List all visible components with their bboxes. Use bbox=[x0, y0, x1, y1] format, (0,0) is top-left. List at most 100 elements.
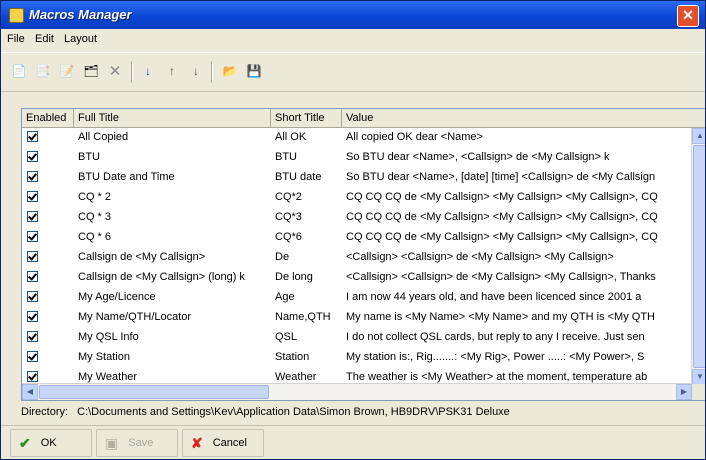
short-title-cell: BTU bbox=[275, 151, 297, 163]
enabled-checkbox[interactable] bbox=[27, 211, 38, 222]
ok-label: OK bbox=[40, 437, 57, 449]
delete-icon[interactable]: ✕ bbox=[106, 62, 124, 80]
floppy-disk-icon: ▣ bbox=[105, 434, 119, 451]
enabled-checkbox[interactable] bbox=[27, 291, 38, 302]
table-row[interactable]: Callsign de <My Callsign> De <Callsign> <C… bbox=[22, 248, 692, 266]
enabled-cell bbox=[22, 248, 74, 266]
enabled-checkbox[interactable] bbox=[27, 231, 38, 242]
vertical-scroll-thumb[interactable] bbox=[693, 145, 705, 368]
footer: ✔ OK ▣ Save ✘ Cancel bbox=[1, 425, 705, 459]
horizontal-scrollbar[interactable]: ◀ ▶ bbox=[22, 383, 692, 400]
table-row[interactable]: My Name/QTH/Locator Name,QTH My name is <M… bbox=[22, 308, 692, 326]
scrollbar-corner bbox=[692, 384, 705, 400]
table-row[interactable]: Callsign de <My Callsign> (long) k De lon… bbox=[22, 268, 692, 286]
enabled-checkbox[interactable] bbox=[27, 171, 38, 182]
value-cell: So BTU dear <Name>, <Callsign> de <My Ca… bbox=[346, 151, 610, 163]
app-icon bbox=[9, 8, 24, 23]
enabled-checkbox[interactable] bbox=[27, 331, 38, 342]
enabled-cell bbox=[22, 348, 74, 366]
export-icon[interactable]: 💾 bbox=[245, 62, 263, 80]
scroll-up-button[interactable]: ▲ bbox=[692, 128, 705, 144]
macros-table[interactable]: Enabled Full Title Short Title Value All… bbox=[21, 108, 705, 401]
table-row[interactable]: BTU Date and Time BTU date So BTU dear <Na… bbox=[22, 168, 692, 186]
enabled-checkbox[interactable] bbox=[27, 131, 38, 142]
full-title-cell: CQ * 2 bbox=[78, 191, 112, 203]
value-cell: <Callsign> <Callsign> de <My Callsign> <… bbox=[346, 271, 656, 283]
table-row[interactable]: My Station Station My station is:, Rig....… bbox=[22, 348, 692, 366]
enabled-checkbox[interactable] bbox=[27, 311, 38, 322]
window-title: Macros Manager bbox=[29, 7, 132, 22]
table-row[interactable]: CQ * 6 CQ*6 CQ CQ CQ de <My Callsign> <My … bbox=[22, 228, 692, 246]
column-short-title[interactable]: Short Title bbox=[271, 109, 342, 127]
chevron-right-icon: ▶ bbox=[680, 387, 688, 396]
import-icon[interactable]: 📂 bbox=[221, 62, 239, 80]
enabled-checkbox[interactable] bbox=[27, 191, 38, 202]
value-cell: My station is:, Rig.......: <My Rig>, Po… bbox=[346, 351, 645, 363]
scroll-left-button[interactable]: ◀ bbox=[22, 384, 38, 400]
enabled-cell bbox=[22, 268, 74, 286]
scroll-down-button[interactable]: ▼ bbox=[692, 369, 705, 385]
value-cell: CQ CQ CQ de <My Callsign> <My Callsign> … bbox=[346, 191, 658, 203]
cancel-label: Cancel bbox=[212, 437, 247, 449]
column-value[interactable]: Value bbox=[342, 109, 705, 127]
table-row[interactable]: CQ * 3 CQ*3 CQ CQ CQ de <My Callsign> <My … bbox=[22, 208, 692, 226]
horizontal-scroll-thumb[interactable] bbox=[39, 385, 269, 399]
move-down-icon[interactable]: ↓ bbox=[187, 62, 205, 80]
value-cell: All copied OK dear <Name> bbox=[346, 131, 483, 143]
short-title-cell: De bbox=[275, 251, 290, 263]
close-icon: ✕ bbox=[682, 7, 694, 23]
save-button[interactable]: ▣ Save bbox=[96, 429, 178, 457]
value-cell: I am now 44 years old, and have been lic… bbox=[346, 291, 642, 303]
table-row[interactable]: My Age/Licence Age I am now 44 years old, … bbox=[22, 288, 692, 306]
short-title-cell: De long bbox=[275, 271, 313, 283]
title-bar[interactable]: Macros Manager ✕ bbox=[1, 1, 705, 29]
move-up-icon[interactable]: ↑ bbox=[163, 62, 181, 80]
short-title-cell: QSL bbox=[275, 331, 298, 343]
menu-bar: File Edit Layout bbox=[1, 29, 705, 51]
table-body: All Copied All OK All copied OK dear <Name… bbox=[22, 128, 692, 385]
enabled-cell bbox=[22, 148, 74, 166]
column-enabled[interactable]: Enabled bbox=[22, 109, 74, 127]
value-cell: CQ CQ CQ de <My Callsign> <My Callsign> … bbox=[346, 231, 658, 243]
toolbar-separator bbox=[131, 61, 133, 83]
enabled-checkbox[interactable] bbox=[27, 351, 38, 362]
menu-layout[interactable]: Layout bbox=[64, 33, 97, 45]
enabled-cell bbox=[22, 168, 74, 186]
scroll-right-button[interactable]: ▶ bbox=[676, 384, 692, 400]
toolbar: 📄 📑 📝 🗂 ✕ ↓ ↑ ↓ 📂 💾 bbox=[1, 52, 705, 92]
enabled-checkbox[interactable] bbox=[27, 251, 38, 262]
toolbar-separator bbox=[211, 61, 213, 83]
chevron-up-icon: ▲ bbox=[696, 131, 704, 140]
enabled-cell bbox=[22, 288, 74, 306]
directory-line: Directory: C:\Documents and Settings\Kev… bbox=[21, 406, 510, 418]
copy-macro-icon[interactable]: 📑 bbox=[34, 62, 52, 80]
full-title-cell: My Station bbox=[78, 351, 130, 363]
cancel-button[interactable]: ✘ Cancel bbox=[182, 429, 264, 457]
edit-macro-icon[interactable]: 📝 bbox=[58, 62, 76, 80]
vertical-scrollbar[interactable]: ▲ ▼ bbox=[691, 128, 705, 385]
sort-az-icon[interactable]: ↓ bbox=[139, 62, 157, 80]
value-cell: My name is <My Name> <My Name> and my QT… bbox=[346, 311, 655, 323]
full-title-cell: BTU Date and Time bbox=[78, 171, 175, 183]
ok-button[interactable]: ✔ OK bbox=[10, 429, 92, 457]
full-title-cell: My QSL Info bbox=[78, 331, 139, 343]
table-row[interactable]: My QSL Info QSL I do not collect QSL cards… bbox=[22, 328, 692, 346]
enabled-cell bbox=[22, 308, 74, 326]
short-title-cell: CQ*3 bbox=[275, 211, 302, 223]
short-title-cell: Name,QTH bbox=[275, 311, 331, 323]
enabled-checkbox[interactable] bbox=[27, 371, 38, 382]
table-row[interactable]: BTU BTU So BTU dear <Name>, <Callsign> de … bbox=[22, 148, 692, 166]
new-macro-icon[interactable]: 📄 bbox=[10, 62, 28, 80]
close-button[interactable]: ✕ bbox=[677, 5, 699, 27]
enabled-checkbox[interactable] bbox=[27, 271, 38, 282]
value-cell: So BTU dear <Name>, [date] [time] <Calls… bbox=[346, 171, 656, 183]
enabled-checkbox[interactable] bbox=[27, 151, 38, 162]
properties-icon[interactable]: 🗂 bbox=[82, 62, 100, 80]
full-title-cell: My Age/Licence bbox=[78, 291, 156, 303]
table-row[interactable]: CQ * 2 CQ*2 CQ CQ CQ de <My Callsign> <My … bbox=[22, 188, 692, 206]
table-row[interactable]: All Copied All OK All copied OK dear <Name… bbox=[22, 128, 692, 146]
macros-manager-window: Macros Manager ✕ File Edit Layout 📄 📑 📝 … bbox=[0, 0, 706, 460]
menu-edit[interactable]: Edit bbox=[35, 33, 54, 45]
menu-file[interactable]: File bbox=[7, 33, 25, 45]
column-full-title[interactable]: Full Title bbox=[74, 109, 271, 127]
